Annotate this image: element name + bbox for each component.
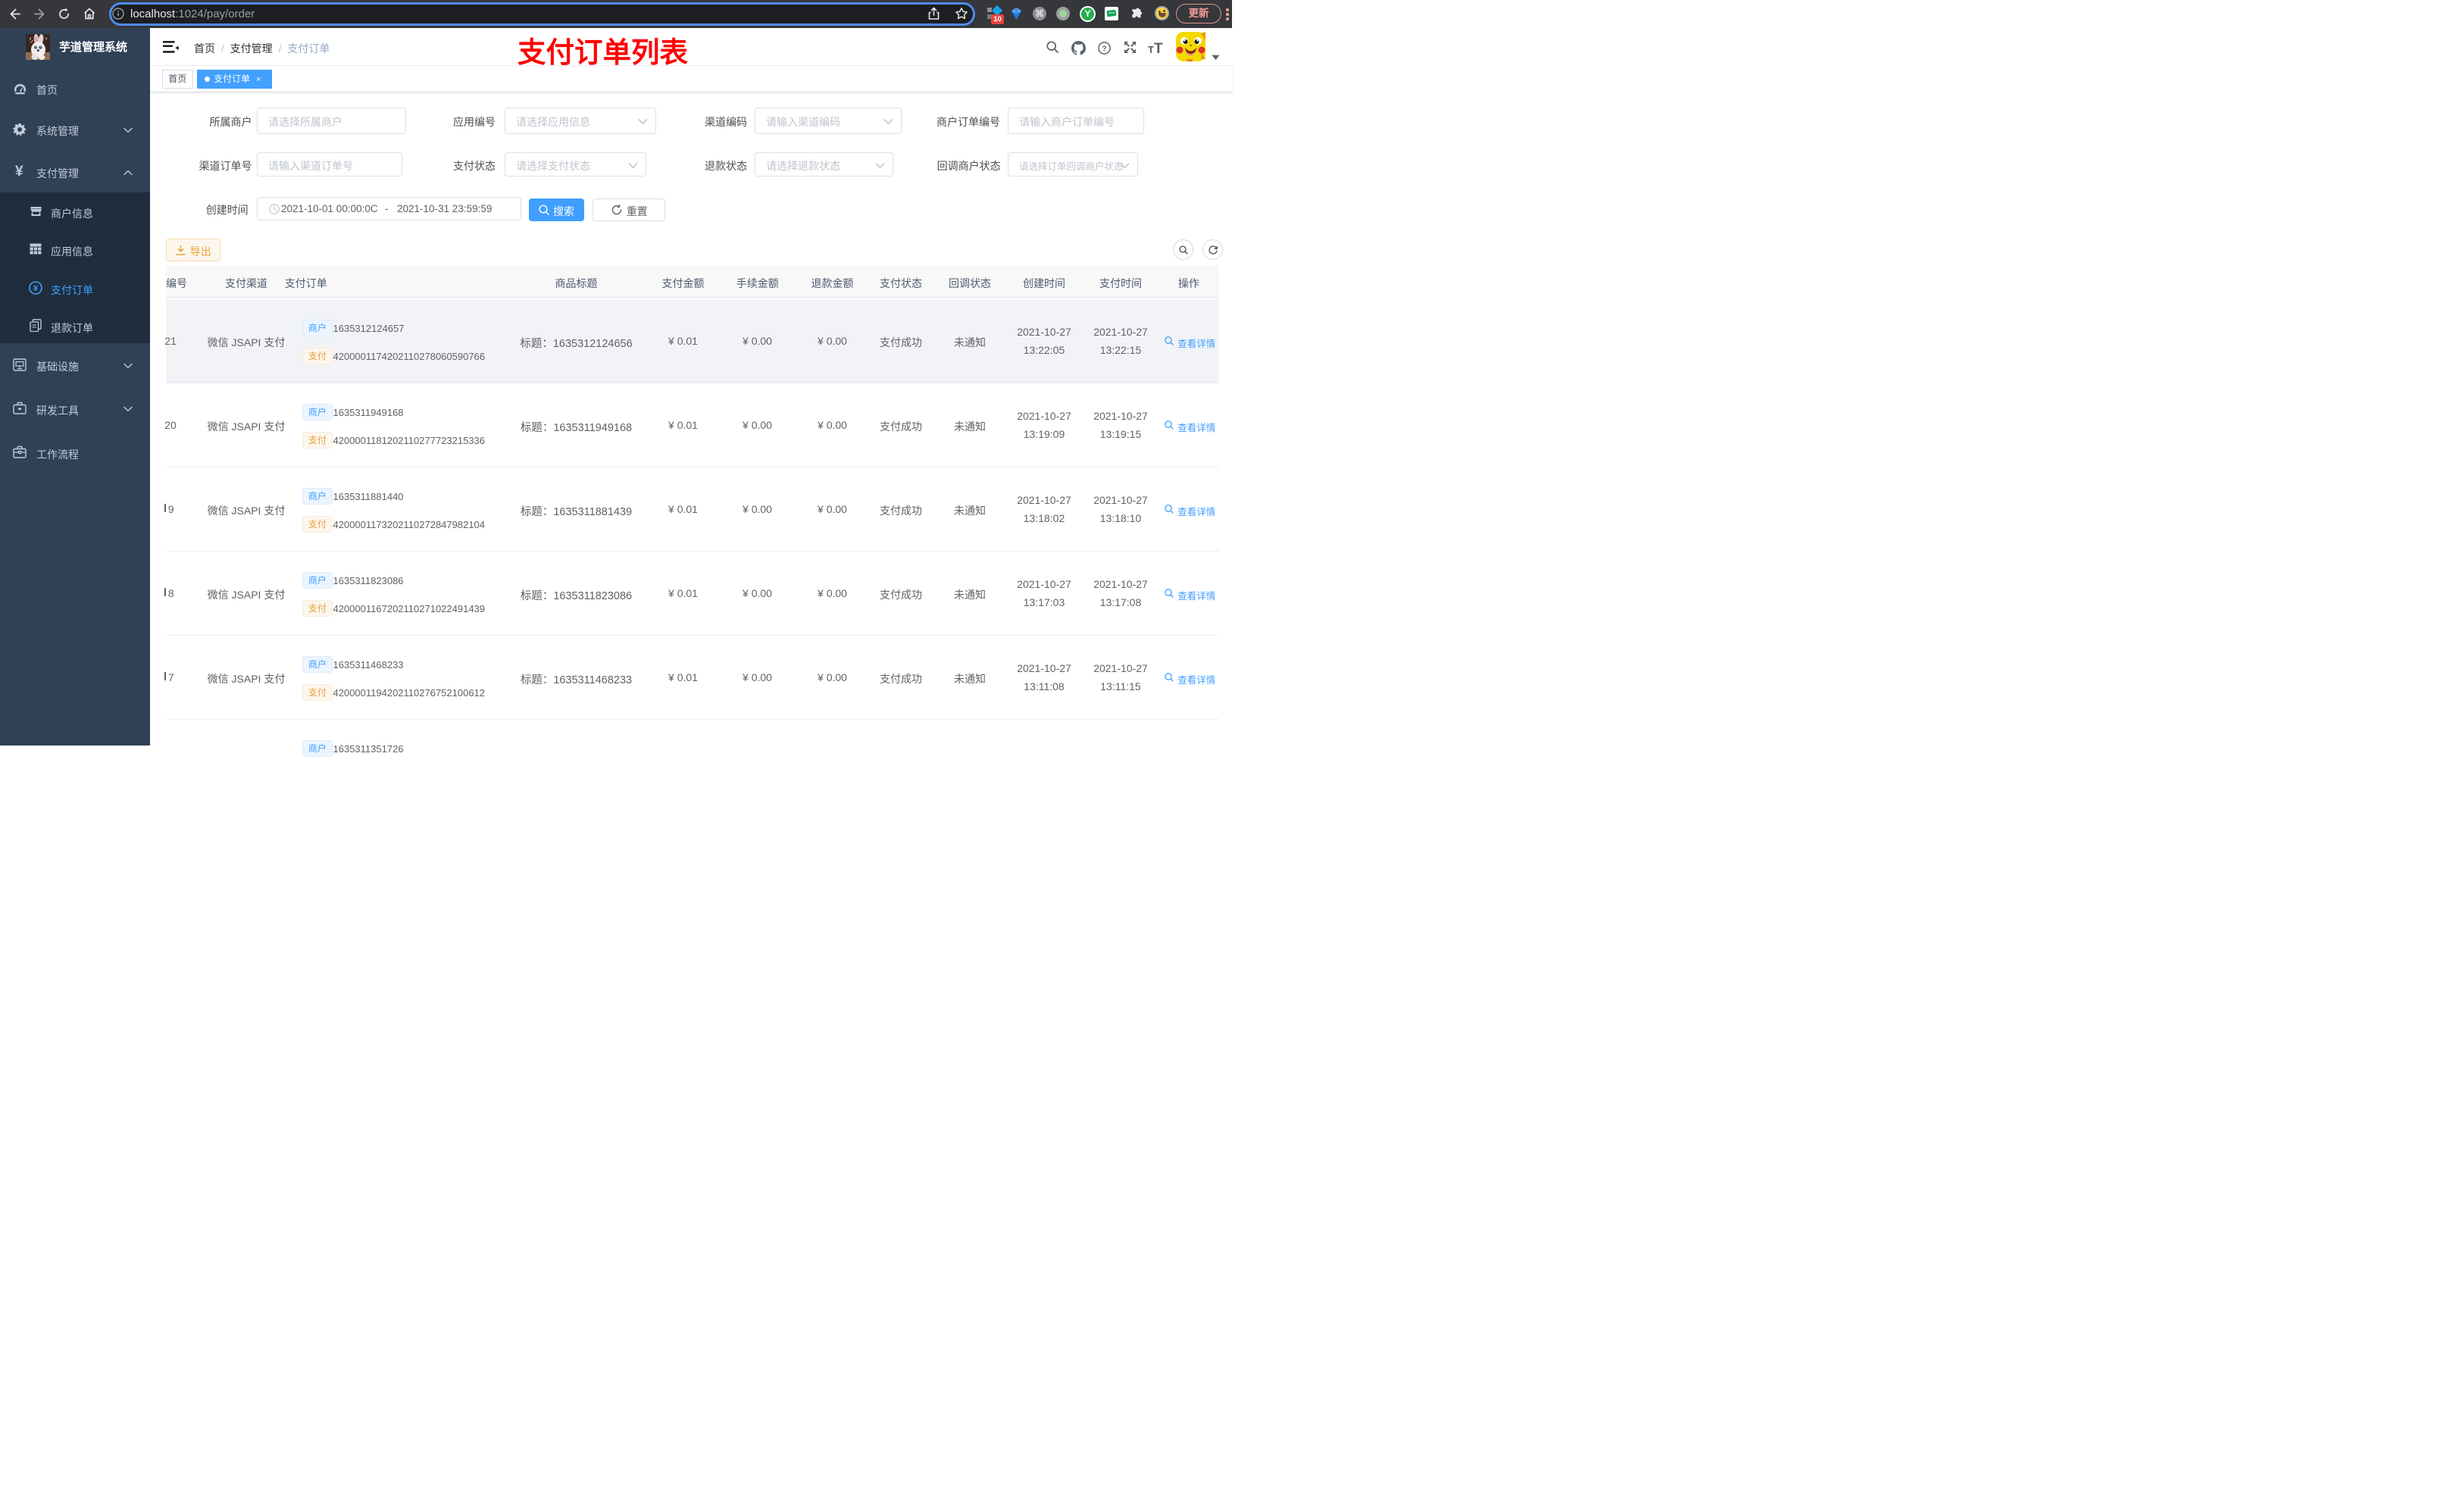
svg-text:¥: ¥	[33, 284, 39, 293]
svg-text:?: ?	[1102, 44, 1106, 53]
